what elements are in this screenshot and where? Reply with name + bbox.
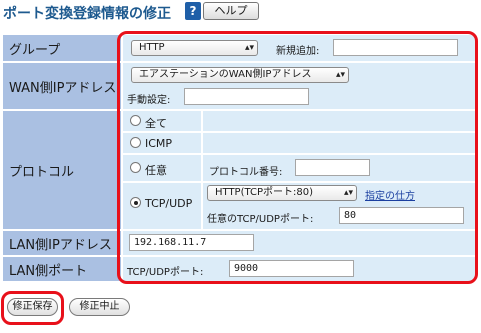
cancel-button[interactable]: 修正中止 <box>69 298 130 316</box>
tcp-port-select[interactable]: HTTP(TCPポート:80) ▴▾ <box>207 185 357 201</box>
lan-ip-label-cell: LAN側IPアドレス <box>3 231 121 255</box>
lan-port-input[interactable]: 9000 <box>229 260 354 277</box>
select-arrows-icon: ▴▾ <box>244 43 254 53</box>
any-port-label: 任意のTCP/UDPポート: <box>207 214 314 225</box>
protocol-number-input[interactable] <box>295 159 370 176</box>
radio-any-label: 任意 <box>145 164 167 177</box>
wan-ip-select[interactable]: エアステーションのWAN側IPアドレス ▴▾ <box>131 67 349 83</box>
radio-icmp-label: ICMP <box>145 137 173 150</box>
page-title: ポート変換登録情報の修正 <box>3 6 171 22</box>
manual-ip-input[interactable] <box>184 88 309 105</box>
radio-all-extra-cell <box>203 111 475 131</box>
radio-all[interactable] <box>130 115 141 126</box>
group-select[interactable]: HTTP ▴▾ <box>131 40 258 56</box>
lan-ip-value-cell: 192.168.11.7 <box>123 231 475 255</box>
group-value-cell: HTTP ▴▾ 新規追加: <box>123 35 475 61</box>
lan-port-value-cell: TCP/UDPポート: 9000 <box>123 257 475 281</box>
lan-port-label: LAN側ポート <box>9 263 88 279</box>
wan-ip-label: WAN側IPアドレス <box>9 80 117 96</box>
protocol-number-label: プロトコル番号: <box>209 167 283 178</box>
select-arrows-icon: ▴▾ <box>335 70 345 80</box>
save-button[interactable]: 修正保存 <box>7 298 58 316</box>
protocol-label: プロトコル <box>9 164 75 180</box>
radio-tcp-udp-label: TCP/UDP <box>145 197 193 210</box>
help-button[interactable]: ヘルプ <box>203 2 259 20</box>
lan-port-proto-label: TCP/UDPポート: <box>127 267 204 278</box>
radio-icmp-extra-cell <box>203 133 475 153</box>
protocol-label-cell: プロトコル <box>3 111 121 229</box>
new-group-label: 新規追加: <box>276 46 320 57</box>
lan-port-label-cell: LAN側ポート <box>3 257 121 281</box>
radio-icmp[interactable] <box>130 137 141 148</box>
radio-all-label: 全て <box>145 117 167 130</box>
manual-setting-label: 手動設定: <box>127 95 171 106</box>
radio-tcp-udp[interactable] <box>130 197 141 208</box>
specify-method-link[interactable]: 指定の仕方 <box>365 187 415 202</box>
tcp-port-select-value: HTTP(TCPポート:80) <box>215 187 314 198</box>
lan-ip-input[interactable]: 192.168.11.7 <box>129 234 254 251</box>
group-label: グループ <box>9 42 61 58</box>
help-question-icon[interactable]: ? <box>185 2 201 20</box>
radio-any[interactable] <box>130 162 141 173</box>
select-arrows-icon: ▴▾ <box>343 188 353 198</box>
group-select-value: HTTP <box>139 42 165 53</box>
group-label-cell: グループ <box>3 35 121 61</box>
any-port-input[interactable]: 80 <box>339 207 464 224</box>
lan-ip-label: LAN側IPアドレス <box>9 237 112 253</box>
wan-value-cell: エアステーションのWAN側IPアドレス ▴▾ 手動設定: <box>123 63 475 109</box>
wan-label-cell: WAN側IPアドレス <box>3 63 121 109</box>
wan-ip-select-value: エアステーションのWAN側IPアドレス <box>139 69 312 80</box>
new-group-input[interactable] <box>333 39 458 56</box>
